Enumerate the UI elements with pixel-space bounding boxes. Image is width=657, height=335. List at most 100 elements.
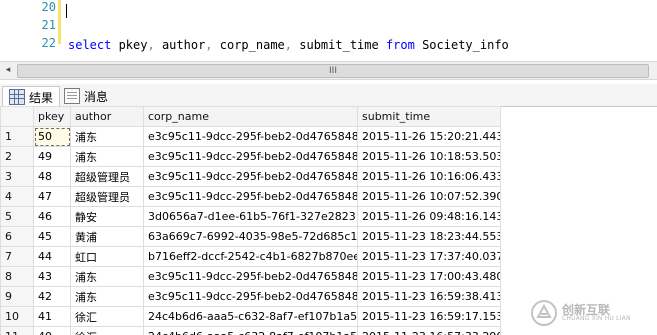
- pkey-cell[interactable]: 41: [33, 306, 71, 327]
- column-header-pkey[interactable]: pkey: [33, 106, 71, 127]
- author-cell[interactable]: 浦东: [70, 266, 144, 287]
- author-cell[interactable]: 浦东: [70, 126, 144, 147]
- row-number-cell[interactable]: 6: [0, 226, 34, 247]
- table-row[interactable]: 1140徐汇24c4b6d6-aaa5-c632-8af7-ef107b1a5e…: [0, 326, 501, 335]
- corp-name-cell[interactable]: e3c95c11-9dcc-295f-beb2-0d47658488f9: [143, 166, 358, 187]
- submit-time-cell[interactable]: 2015-11-26 15:20:21.443: [357, 126, 501, 147]
- submit-time-cell[interactable]: 2015-11-23 16:59:17.153: [357, 306, 501, 327]
- row-number-cell[interactable]: 3: [0, 166, 34, 187]
- corp-name-cell[interactable]: e3c95c11-9dcc-295f-beb2-0d47658488f9: [143, 266, 358, 287]
- scroll-thumb[interactable]: III: [17, 64, 649, 78]
- corp-name-cell[interactable]: 3d0656a7-d1ee-61b5-76f1-327e282318f6: [143, 206, 358, 227]
- watermark-title: 创新互联: [562, 303, 611, 317]
- watermark-text: 创新互联 CHUANG XIN HU LIAN: [562, 304, 631, 322]
- scroll-left-button[interactable]: ◂: [2, 64, 14, 76]
- pkey-cell[interactable]: 40: [33, 326, 71, 335]
- tab-results[interactable]: 结果: [2, 86, 61, 108]
- pkey-cell[interactable]: 47: [33, 186, 71, 207]
- submit-time-cell[interactable]: 2015-11-23 16:59:38.413: [357, 286, 501, 307]
- results-rows: 1 50 浦东 e3c95c11-9dcc-295f-beb2-0d47658488f…: [0, 126, 501, 335]
- code-token: pkey: [111, 38, 148, 52]
- row-number-cell[interactable]: 5: [0, 206, 34, 227]
- corp-name-cell[interactable]: e3c95c11-9dcc-295f-beb2-0d47658488f9: [143, 126, 358, 147]
- corp-name-cell[interactable]: e3c95c11-9dcc-295f-beb2-0d47658488f9: [143, 286, 358, 307]
- submit-time-cell[interactable]: 2015-11-26 09:48:16.143: [357, 206, 501, 227]
- corp-name-cell[interactable]: 24c4b6d6-aaa5-c632-8af7-ef107b1a5ee4: [143, 306, 358, 327]
- message-icon: [64, 88, 80, 104]
- table-row[interactable]: 645黄浦63a669c7-6992-4035-98e5-72d685c1d0b…: [0, 226, 501, 247]
- pkey-cell[interactable]: 48: [33, 166, 71, 187]
- code-token: author: [154, 38, 206, 52]
- submit-time-cell[interactable]: 2015-11-23 16:57:33.290: [357, 326, 501, 335]
- table-row[interactable]: 5 46 静安 3d0656a7-d1ee-61b5-76f1-327e282318f…: [0, 206, 501, 227]
- author-cell[interactable]: 黄浦: [70, 226, 144, 247]
- author-cell[interactable]: 浦东: [70, 146, 144, 167]
- table-row[interactable]: 1 50 浦东 e3c95c11-9dcc-295f-beb2-0d47658488f…: [0, 126, 501, 147]
- line-number-21: 21: [41, 18, 56, 32]
- line-number-20: 20: [41, 0, 56, 14]
- tab-messages[interactable]: 消息: [58, 86, 114, 106]
- table-row[interactable]: 4 47 超级管理员 e3c95c11-9dcc-295f-beb2-0d476584…: [0, 186, 501, 207]
- tab-results-label: 结果: [29, 90, 54, 105]
- row-number-cell[interactable]: 4: [0, 186, 34, 207]
- row-number-cell[interactable]: 1: [0, 126, 34, 147]
- corp-name-cell[interactable]: e3c95c11-9dcc-295f-beb2-0d47658488f9: [143, 146, 358, 167]
- row-number-cell[interactable]: 9: [0, 286, 34, 307]
- pkey-cell[interactable]: 45: [33, 226, 71, 247]
- author-cell[interactable]: 超级管理员: [70, 186, 144, 207]
- author-cell[interactable]: 浦东: [70, 286, 144, 307]
- code-token: from: [385, 38, 415, 52]
- submit-time-cell[interactable]: 2015-11-26 10:16:06.433: [357, 166, 501, 187]
- corp-name-cell[interactable]: 24c4b6d6-aaa5-c632-8af7-ef107b1a5ee4: [143, 326, 358, 335]
- row-number-cell[interactable]: 11: [0, 326, 34, 335]
- table-row[interactable]: 3 48 超级管理员 e3c95c11-9dcc-295f-beb2-0d476584…: [0, 166, 501, 187]
- pkey-cell[interactable]: 50: [33, 126, 71, 147]
- author-cell[interactable]: 徐汇: [70, 306, 144, 327]
- row-number-cell[interactable]: 2: [0, 146, 34, 167]
- results-grid[interactable]: pkey author corp_name submit_time 1 50 浦东 e…: [0, 106, 501, 335]
- code-token: select: [68, 38, 112, 52]
- grid-icon: [9, 89, 25, 105]
- column-header-submit-time[interactable]: submit_time: [357, 106, 501, 127]
- code-token: Society_info: [414, 38, 509, 52]
- code-token: ,: [284, 38, 293, 52]
- corp-name-cell[interactable]: 63a669c7-6992-4035-98e5-72d685c1d0bf: [143, 226, 358, 247]
- code-token: ,: [205, 38, 213, 52]
- author-cell[interactable]: 徐汇: [70, 326, 144, 335]
- row-number-cell[interactable]: 7: [0, 246, 34, 267]
- author-cell[interactable]: 超级管理员: [70, 166, 144, 187]
- submit-time-cell[interactable]: 2015-11-23 18:23:44.553: [357, 226, 501, 247]
- watermark-subtitle: CHUANG XIN HU LIAN: [562, 315, 631, 322]
- table-row[interactable]: 9 42 浦东 e3c95c11-9dcc-295f-beb2-0d47658488f…: [0, 286, 501, 307]
- column-header-corp-name[interactable]: corp_name: [143, 106, 358, 127]
- horizontal-scrollbar[interactable]: ◂ III: [0, 61, 657, 80]
- tab-messages-label: 消息: [84, 89, 109, 104]
- line-number-22: 22: [41, 36, 56, 50]
- submit-time-cell[interactable]: 2015-11-26 10:07:52.390: [357, 186, 501, 207]
- submit-time-cell[interactable]: 2015-11-26 10:18:53.503: [357, 146, 501, 167]
- author-cell[interactable]: 静安: [70, 206, 144, 227]
- submit-time-cell[interactable]: 2015-11-23 17:00:43.480: [357, 266, 501, 287]
- pkey-cell[interactable]: 43: [33, 266, 71, 287]
- row-number-header: [0, 106, 34, 127]
- line-number-gutter: 20 21 22: [0, 0, 62, 61]
- sql-query-window: 20 21 22 select pkey, author, corp_name,…: [0, 0, 657, 335]
- table-row[interactable]: 7 44 虹口 b716eff2-dccf-2542-c4b1-6827b870ee6…: [0, 246, 501, 267]
- pkey-cell[interactable]: 49: [33, 146, 71, 167]
- pkey-cell[interactable]: 42: [33, 286, 71, 307]
- code-line-20[interactable]: select pkey, author, corp_name, submit_t…: [68, 36, 509, 54]
- column-header-author[interactable]: author: [70, 106, 144, 127]
- pkey-cell[interactable]: 44: [33, 246, 71, 267]
- table-row[interactable]: 8 43 浦东 e3c95c11-9dcc-295f-beb2-0d47658488f…: [0, 266, 501, 287]
- row-number-cell[interactable]: 8: [0, 266, 34, 287]
- submit-time-cell[interactable]: 2015-11-23 17:37:40.037: [357, 246, 501, 267]
- author-cell[interactable]: 虹口: [70, 246, 144, 267]
- pkey-cell[interactable]: 46: [33, 206, 71, 227]
- table-row[interactable]: 10 41 徐汇 24c4b6d6-aaa5-c632-8af7-ef107b1a5e…: [0, 306, 501, 327]
- row-number-cell[interactable]: 10: [0, 306, 34, 327]
- sql-editor[interactable]: 20 21 22 select pkey, author, corp_name,…: [0, 0, 657, 106]
- code-token: corp_name: [212, 38, 285, 52]
- corp-name-cell[interactable]: e3c95c11-9dcc-295f-beb2-0d47658488f9: [143, 186, 358, 207]
- table-row[interactable]: 2 49 浦东 e3c95c11-9dcc-295f-beb2-0d47658488f…: [0, 146, 501, 167]
- corp-name-cell[interactable]: b716eff2-dccf-2542-c4b1-6827b870ee61: [143, 246, 358, 267]
